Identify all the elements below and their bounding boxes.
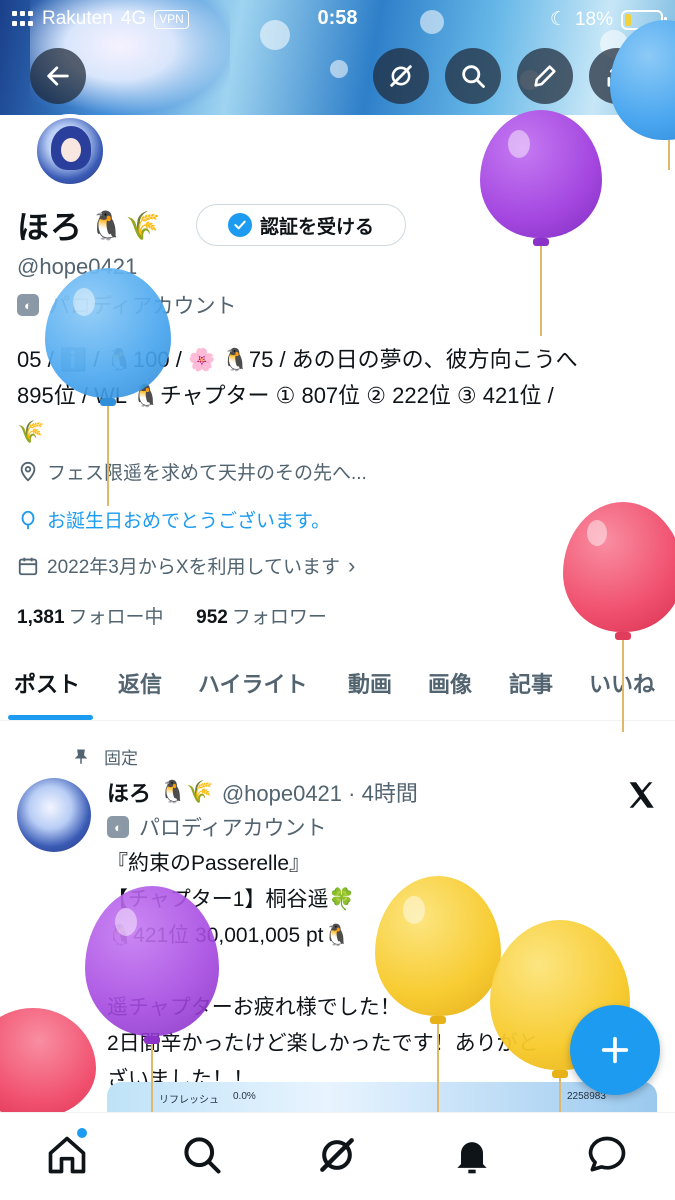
bottom-nav [0,1112,675,1200]
following-link[interactable]: 1,381 フォロー中 [17,607,164,628]
home-icon[interactable] [45,1133,89,1177]
balloon-yellow-1 [375,876,501,1116]
status-bar: Rakuten 4G VPN 0:58 ☾ 18% [0,0,675,38]
edit-button[interactable] [517,48,573,104]
search-button[interactable] [445,48,501,104]
display-name: ほろ [17,209,84,245]
balloon-icon [21,510,35,529]
follow-stats: 1,381 フォロー中 952 フォロワー [17,602,327,629]
tab-posts[interactable]: ポスト [14,667,80,699]
following-count: 1,381 [17,607,65,628]
media-percent: 0.0% [233,1091,256,1102]
chevron-right-icon: › [347,552,356,578]
home-unread-dot [77,1128,87,1138]
moon-icon: ☾ [549,9,567,30]
birthday-row[interactable]: お誕生日おめでとうございます。 [17,506,330,533]
penguin-emoji: 🐧🌾 [159,779,214,804]
mask-icon: ◐ [17,294,39,316]
profile-avatar[interactable] [33,114,107,188]
tab-highlights[interactable]: ハイライト [198,667,308,699]
tab-videos[interactable]: 動画 [348,667,392,699]
back-button[interactable] [30,48,86,104]
grok-icon[interactable] [315,1133,359,1177]
tab-articles[interactable]: 記事 [509,667,553,699]
mask-icon: ◐ [107,816,129,838]
plus-icon [601,1036,629,1064]
balloon-pink [563,502,675,732]
followers-count: 952 [196,607,228,628]
chat-icon[interactable] [585,1133,629,1177]
grok-button[interactable] [373,48,429,104]
x-logo-icon[interactable] [624,778,658,812]
get-verified-label: 認証を受ける [259,216,374,238]
calendar-icon [18,557,38,575]
tab-images[interactable]: 画像 [428,667,472,699]
bell-icon[interactable] [450,1133,494,1177]
pencil-icon [534,65,556,87]
pin-icon [74,749,88,764]
verified-badge-icon [227,213,252,237]
search-icon[interactable] [180,1133,224,1177]
birthday-text[interactable]: お誕生日おめでとうございます。 [47,506,330,533]
balloon-blue [45,268,171,508]
search-icon [462,65,485,88]
pinned-label: 固定 [104,749,138,768]
following-label: フォロー中 [68,607,164,628]
balloon-purple-2 [85,886,219,1116]
post-parody-row: ◐ パロディアカウント [107,812,327,842]
post-handle-time: @hope0421 · 4時間 [221,781,418,806]
battery-percent: 18% [574,8,613,30]
compose-button[interactable] [570,1005,660,1095]
joined-text: 2022年3月からXを利用しています [47,557,340,578]
tab-replies[interactable]: 返信 [118,667,162,699]
post-avatar[interactable] [17,778,91,852]
balloon-pink-2 [0,1008,96,1118]
followers-link[interactable]: 952 フォロワー [196,607,327,628]
rice-emoji: 🌾 [125,209,161,241]
post-parody-label: パロディアカウント [139,817,327,840]
display-name-row: ほろ 🐧 🌾 [17,200,161,250]
balloon-blue-edge [610,20,675,170]
arrow-left-icon [47,66,69,86]
grok-icon [390,65,412,87]
joined-row[interactable]: 2022年3月からXを利用しています › [17,552,355,579]
pinned-indicator: 固定 [72,744,138,769]
active-tab-indicator [8,715,93,720]
balloon-purple [480,110,602,336]
followers-label: フォロワー [231,607,327,628]
penguin-emoji: 🐧 [89,209,124,241]
get-verified-button[interactable]: 認証を受ける [196,204,406,246]
post-author-name[interactable]: ほろ [107,776,151,808]
location-pin-icon [20,461,36,482]
post-header: ほろ 🐧🌾 @hope0421 · 4時間 [107,776,418,808]
